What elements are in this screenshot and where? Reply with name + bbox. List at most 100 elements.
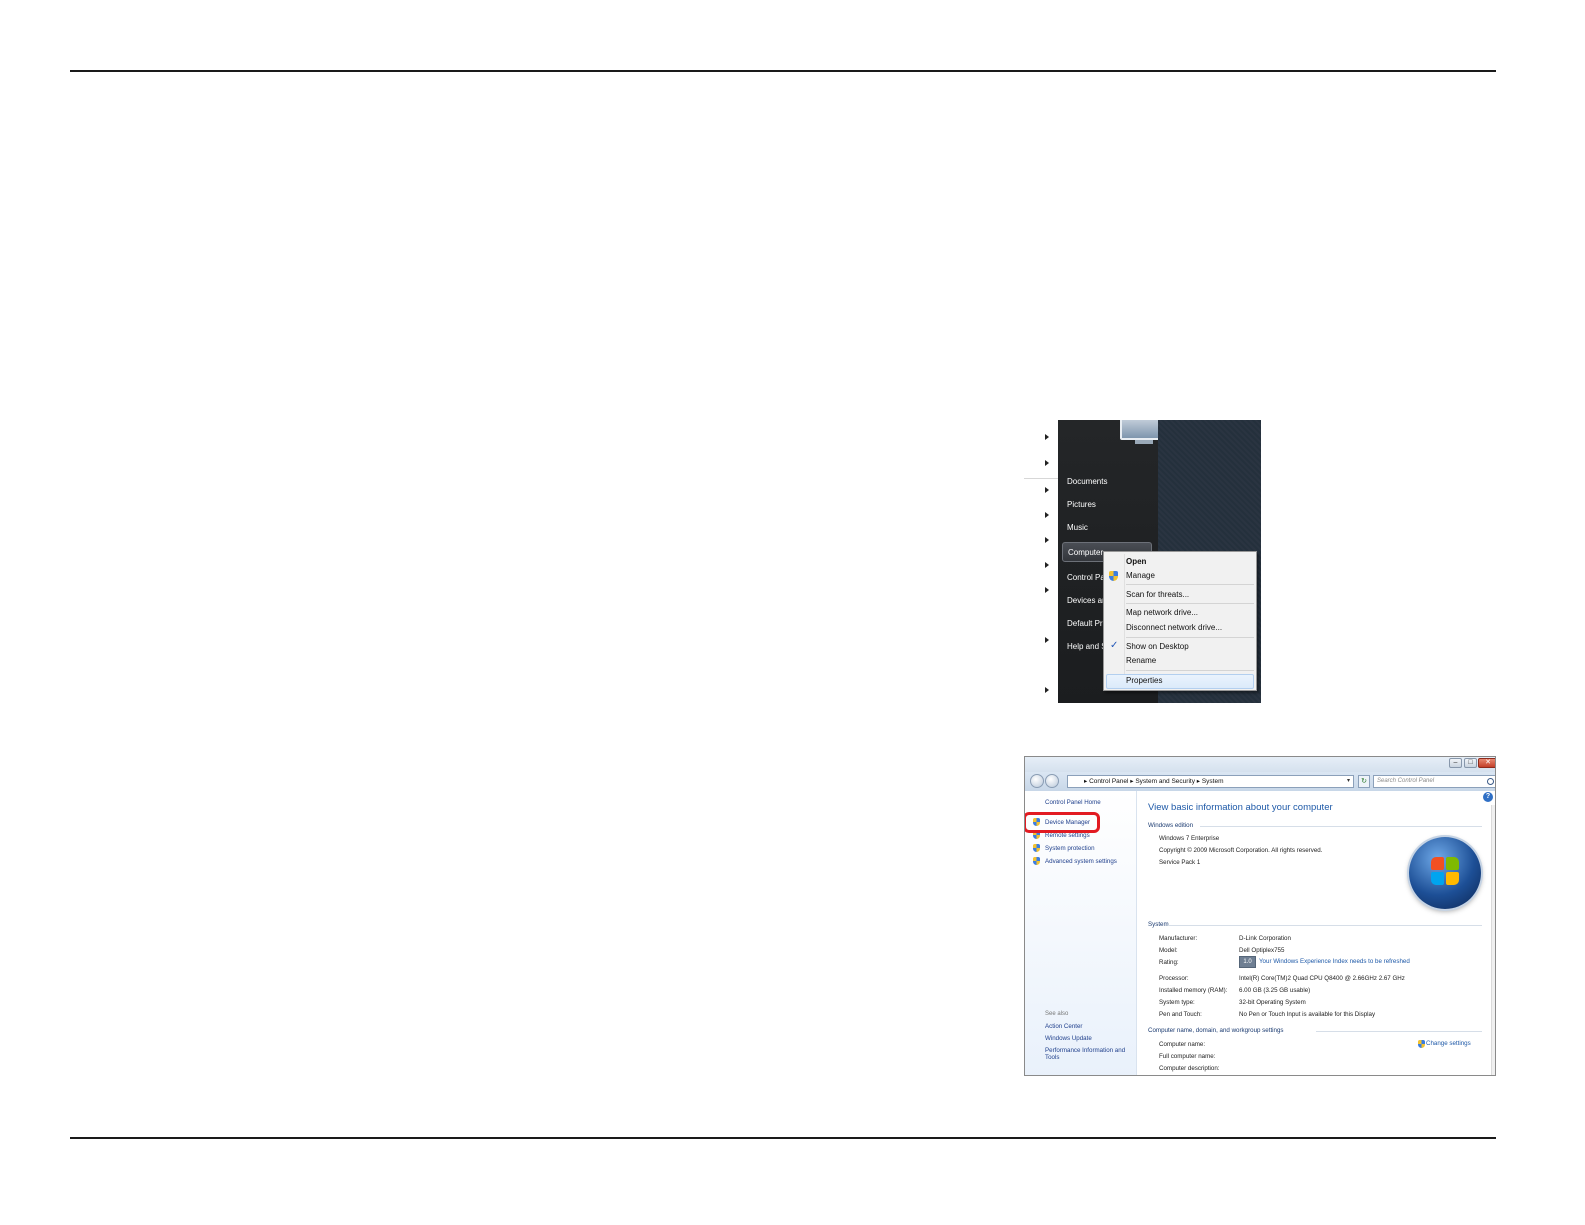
start-menu-screenshot: Documents Pictures Music Computer Contro… [1024,420,1261,703]
back-icon[interactable] [1030,774,1044,788]
computer-name-heading: Computer name, domain, and workgroup set… [1148,1027,1284,1034]
system-type-label: System type: [1159,999,1195,1006]
windows-flag-icon [1431,857,1459,885]
rating-label: Rating: [1159,959,1179,966]
processor-value: Intel(R) Core(TM)2 Quad CPU Q8400 @ 2.66… [1239,975,1405,982]
submenu-arrow-icon[interactable] [1045,637,1049,643]
bottom-divider [70,1137,1496,1139]
window-titlebar[interactable]: – □ ✕ [1025,757,1495,772]
start-item-control-panel[interactable]: Control Pa [1067,573,1105,582]
start-item-pictures[interactable]: Pictures [1067,500,1096,509]
start-item-help-and-support[interactable]: Help and S [1067,642,1107,651]
model-label: Model: [1159,947,1178,954]
section-divider [1168,925,1482,926]
menu-item-manage[interactable]: Manage [1126,571,1155,580]
breadcrumb-separator-icon: ▸ [1194,778,1202,785]
ram-label: Installed memory (RAM): [1159,987,1228,994]
performance-tools-link[interactable]: Tools [1045,1054,1059,1061]
manufacturer-label: Manufacturer: [1159,935,1198,942]
help-icon[interactable]: ? [1483,792,1493,802]
search-icon[interactable] [1487,778,1494,785]
ram-value: 6.00 GB (3.25 GB usable) [1239,987,1311,994]
menu-item-rename[interactable]: Rename [1126,656,1156,665]
computer-stand-icon [1135,440,1153,444]
address-bar[interactable]: ▸ Control Panel ▸ System and Security ▸ … [1067,775,1354,788]
menu-separator [1126,670,1254,671]
context-menu: Open Manage Scan for threats... Map netw… [1103,551,1257,691]
system-heading: System [1148,921,1169,928]
computer-name-label: Computer name: [1159,1041,1206,1048]
service-pack-value: Service Pack 1 [1159,859,1201,866]
menu-item-map-network-drive[interactable]: Map network drive... [1126,608,1198,617]
performance-information-link[interactable]: Performance Information and [1045,1047,1125,1054]
separator [1024,478,1058,479]
submenu-arrow-icon[interactable] [1045,562,1049,568]
menu-separator [1126,603,1254,604]
submenu-arrow-icon[interactable] [1045,460,1049,466]
see-also-label: See also [1045,1011,1069,1017]
menu-item-properties[interactable]: Properties [1126,676,1162,685]
breadcrumb-system-and-security[interactable]: System and Security [1135,778,1195,785]
pen-touch-value: No Pen or Touch Input is available for t… [1239,1011,1376,1018]
windows-edition-heading: Windows edition [1148,822,1194,829]
breadcrumb: ▸ Control Panel ▸ System and Security ▸ … [1084,777,1224,785]
section-divider [1316,1031,1482,1032]
forward-icon[interactable] [1045,774,1059,788]
device-manager-highlight [1025,812,1100,833]
breadcrumb-control-panel[interactable]: Control Panel [1089,778,1128,785]
submenu-arrow-icon[interactable] [1045,537,1049,543]
context-menu-gutter [1124,554,1125,689]
task-pane: Control Panel Home Device Manager Remote… [1025,791,1137,1075]
computer-description-label: Computer description: [1159,1065,1220,1072]
submenu-arrow-icon[interactable] [1045,512,1049,518]
menu-item-show-on-desktop[interactable]: Show on Desktop [1126,642,1189,651]
start-item-devices-and-printers[interactable]: Devices an [1067,596,1107,605]
submenu-arrow-icon[interactable] [1045,587,1049,593]
advanced-system-settings-link[interactable]: Advanced system settings [1045,858,1117,865]
search-input[interactable]: Search Control Panel [1377,778,1434,784]
menu-separator [1126,637,1254,638]
search-box[interactable]: Search Control Panel [1373,775,1495,788]
uac-shield-icon [1418,1040,1425,1048]
system-type-value: 32-bit Operating System [1239,999,1306,1006]
full-computer-name-label: Full computer name: [1159,1053,1216,1060]
breadcrumb-system[interactable]: System [1202,778,1224,785]
system-info-panel: View basic information about your comput… [1138,791,1484,1075]
remote-settings-link[interactable]: Remote settings [1045,832,1090,839]
uac-shield-icon [1033,857,1040,865]
control-panel-home-link[interactable]: Control Panel Home [1045,799,1101,806]
uac-shield-icon [1033,844,1040,852]
action-center-link[interactable]: Action Center [1045,1023,1083,1030]
system-protection-link[interactable]: System protection [1045,845,1095,852]
refresh-icon[interactable]: ↻ [1358,775,1370,788]
close-icon[interactable]: ✕ [1478,758,1495,768]
system-window-screenshot: – □ ✕ ▸ Control Panel ▸ System and Secur… [1024,756,1496,1076]
change-settings-link[interactable]: Change settings [1426,1040,1471,1047]
start-item-documents[interactable]: Documents [1067,477,1107,486]
windows-logo-icon [1409,837,1481,909]
model-value: Dell Optiplex755 [1239,947,1285,954]
menu-separator [1126,584,1254,585]
menu-item-open[interactable]: Open [1126,557,1146,566]
vertical-scrollbar[interactable] [1491,805,1495,1075]
edition-value: Windows 7 Enterprise [1159,835,1220,842]
submenu-arrow-icon[interactable] [1045,434,1049,440]
start-item-music[interactable]: Music [1067,523,1088,532]
menu-item-scan-for-threats[interactable]: Scan for threats... [1126,590,1189,599]
submenu-arrow-icon[interactable] [1045,687,1049,693]
page-title: View basic information about your comput… [1148,802,1333,813]
minimize-icon[interactable]: – [1449,758,1462,768]
maximize-icon[interactable]: □ [1464,758,1477,768]
copyright-value: Copyright © 2009 Microsoft Corporation. … [1159,847,1323,854]
pen-touch-label: Pen and Touch: [1159,1011,1202,1018]
experience-index-badge: 1.0 [1239,956,1256,968]
menu-item-disconnect-network-drive[interactable]: Disconnect network drive... [1126,623,1222,632]
top-divider [70,70,1496,72]
start-item-default-programs[interactable]: Default Pr [1067,619,1103,628]
manufacturer-value: D-Link Corporation [1239,935,1291,942]
submenu-arrow-icon[interactable] [1045,487,1049,493]
start-menu-program-column [1024,420,1058,703]
address-dropdown-icon[interactable]: ▾ [1347,777,1350,784]
experience-index-link[interactable]: Your Windows Experience Index needs to b… [1259,958,1410,965]
windows-update-link[interactable]: Windows Update [1045,1035,1092,1042]
